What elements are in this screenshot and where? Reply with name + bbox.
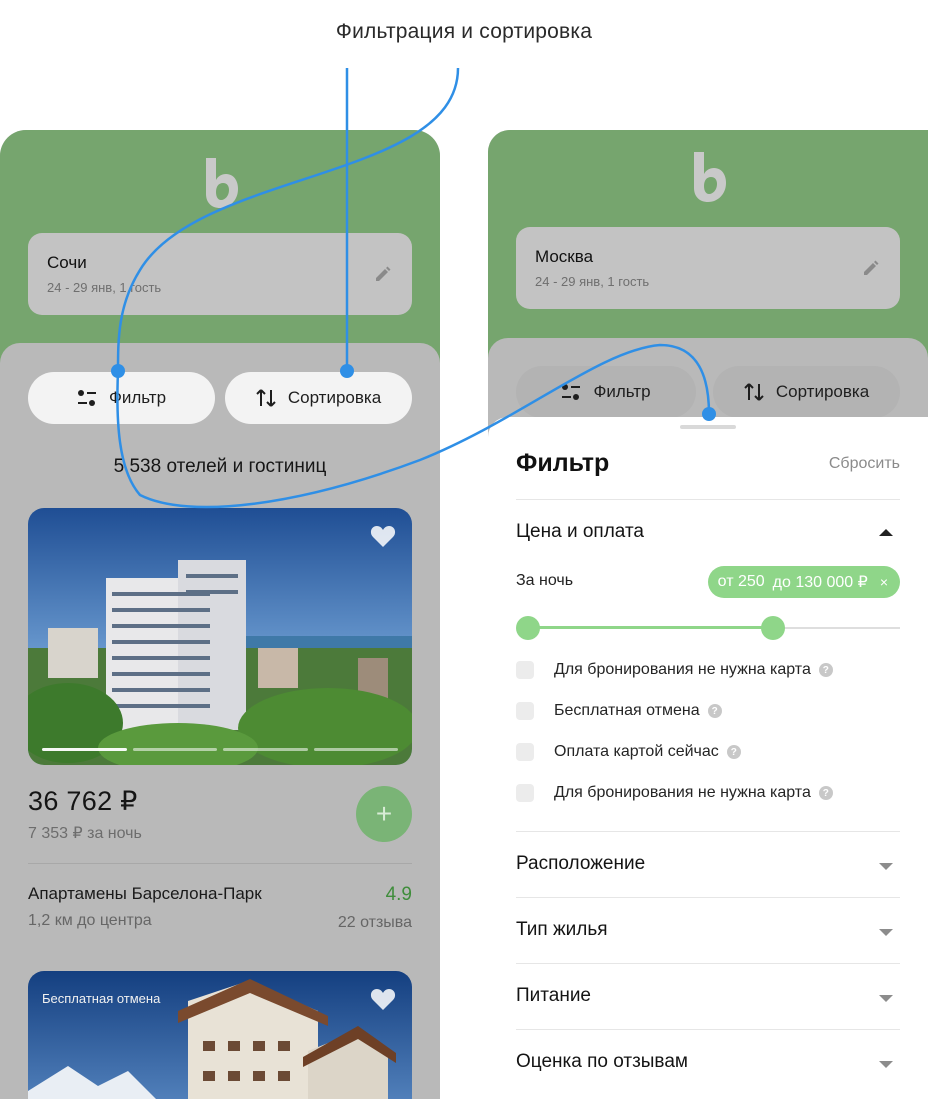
filter-sheet: Фильтр Сбросить Цена и оплата За ночь от… — [488, 417, 928, 1099]
range-to: до 130 000 ₽ — [772, 574, 868, 591]
option-label: Бесплатная отмена — [554, 702, 700, 719]
option-free-cancel[interactable]: Бесплатная отмена ? — [516, 701, 722, 721]
page-caption: Фильтрация и сортировка — [335, 20, 593, 43]
range-from: от 250 — [717, 573, 765, 590]
help-icon[interactable]: ? — [726, 745, 741, 759]
search-city: Сочи — [47, 253, 87, 272]
hotel-price-per-night: 7 353 ₽ за ночь — [28, 825, 142, 842]
chevron-up-icon[interactable] — [879, 529, 893, 536]
hotel-total-price: 36 762 ₽ — [28, 786, 138, 816]
option-pay-now[interactable]: Оплата картой сейчас ? — [516, 742, 741, 762]
option-no-card-2[interactable]: Для бронирования не нужна карта ? — [516, 783, 833, 803]
divider — [516, 963, 900, 964]
filter-icon — [77, 390, 96, 406]
search-dates: 24 - 29 янв, 1 гость — [535, 274, 650, 289]
hotel-rating: 4.9 — [385, 884, 412, 905]
help-icon[interactable]: ? — [818, 786, 833, 800]
price-range-chip[interactable]: от 250 до 130 000 ₽ × — [707, 566, 900, 598]
price-slider-max-handle[interactable] — [761, 616, 785, 640]
sort-label: Сортировка — [287, 388, 382, 407]
sheet-handle[interactable] — [680, 425, 736, 429]
checkbox[interactable] — [516, 784, 534, 802]
results-count: 5 538 отелей и гостиниц — [113, 456, 327, 477]
option-label: Для бронирования не нужна карта — [554, 661, 811, 678]
divider — [516, 499, 900, 500]
option-label: Оплата картой сейчас — [554, 743, 719, 760]
help-icon[interactable]: ? — [707, 704, 722, 718]
add-button[interactable]: + — [356, 786, 412, 842]
hotel-distance: 1,2 км до центра — [28, 912, 152, 929]
edit-icon[interactable] — [374, 265, 392, 283]
search-city: Москва — [535, 247, 594, 266]
photo-pagination — [42, 748, 398, 751]
checkbox[interactable] — [516, 661, 534, 679]
chevron-down-icon[interactable] — [879, 929, 893, 936]
sort-button[interactable]: Сортировка — [713, 366, 900, 418]
favorite-heart-icon-2[interactable] — [370, 987, 396, 1011]
filter-button[interactable]: Фильтр — [516, 366, 696, 418]
header: Сочи 24 - 29 янв, 1 гость — [0, 130, 440, 370]
divider — [516, 897, 900, 898]
per-night-label: За ночь — [516, 572, 574, 589]
filter-button[interactable]: Фильтр — [28, 372, 215, 424]
divider — [28, 863, 412, 864]
filter-screen: Москва 24 - 29 янв, 1 гость Фильтр Сорти… — [488, 130, 928, 1099]
search-card[interactable]: Сочи 24 - 29 янв, 1 гость — [28, 233, 412, 315]
hotel-photo[interactable] — [28, 508, 412, 765]
sort-label: Сортировка — [775, 382, 870, 401]
section-location[interactable]: Расположение — [516, 853, 645, 875]
divider — [516, 1029, 900, 1030]
sort-icon — [256, 389, 276, 407]
chevron-down-icon[interactable] — [879, 1061, 893, 1068]
help-icon[interactable]: ? — [818, 663, 833, 677]
chevron-down-icon[interactable] — [879, 995, 893, 1002]
search-dates: 24 - 29 янв, 1 гость — [47, 280, 162, 295]
sort-button[interactable]: Сортировка — [225, 372, 412, 424]
free-cancel-badge: Бесплатная отмена — [42, 991, 161, 1006]
option-label: Для бронирования не нужна карта — [554, 784, 811, 801]
search-card[interactable]: Москва 24 - 29 янв, 1 гость — [516, 227, 900, 309]
edit-icon[interactable] — [862, 259, 880, 277]
price-slider-range — [528, 626, 773, 629]
filter-icon — [562, 384, 581, 400]
logo-icon — [694, 152, 726, 202]
hotel-reviews[interactable]: 22 отзыва — [338, 914, 412, 932]
sort-icon — [744, 383, 764, 401]
checkbox[interactable] — [516, 702, 534, 720]
header: Москва 24 - 29 янв, 1 гость — [488, 130, 928, 365]
price-slider-min-handle[interactable] — [516, 616, 540, 640]
results-body: Фильтр Сортировка 5 538 отелей и гостини… — [0, 343, 440, 1099]
favorite-heart-icon[interactable] — [370, 524, 396, 548]
hotel-photo-image — [28, 508, 412, 765]
section-price[interactable]: Цена и оплата — [516, 521, 644, 543]
clear-range-icon[interactable]: × — [880, 574, 888, 590]
sheet-title: Фильтр — [516, 449, 610, 477]
section-review-score[interactable]: Оценка по отзывам — [516, 1051, 688, 1073]
hotel-name[interactable]: Апартамены Барселона-Парк — [28, 884, 262, 904]
hotel-photo-2[interactable]: Бесплатная отмена — [28, 971, 412, 1099]
section-property-type[interactable]: Тип жилья — [516, 919, 608, 941]
reset-button[interactable]: Сбросить — [829, 455, 900, 473]
divider — [516, 831, 900, 832]
filter-label: Фильтр — [593, 382, 651, 401]
section-meals[interactable]: Питание — [516, 985, 591, 1007]
logo-icon — [206, 158, 238, 208]
chevron-down-icon[interactable] — [879, 863, 893, 870]
filter-label: Фильтр — [108, 388, 167, 407]
results-screen: Сочи 24 - 29 янв, 1 гость Фильтр Сортиро… — [0, 130, 440, 1099]
checkbox[interactable] — [516, 743, 534, 761]
option-no-card[interactable]: Для бронирования не нужна карта ? — [516, 660, 833, 680]
